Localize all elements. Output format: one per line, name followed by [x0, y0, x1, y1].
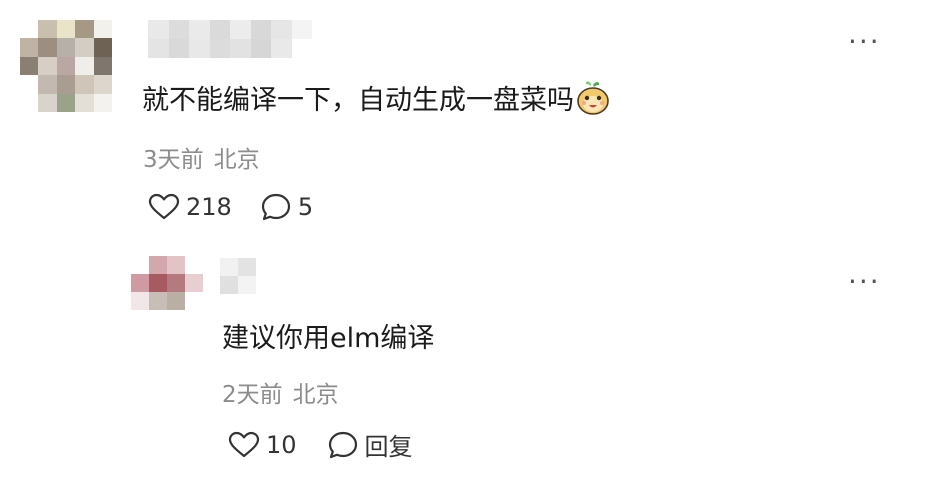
mosaic-tile	[185, 292, 203, 310]
reply-more-options-button[interactable]: ···	[848, 268, 881, 296]
mosaic-tile	[38, 75, 57, 94]
mosaic-tile	[250, 39, 272, 58]
mosaic-tile	[93, 38, 112, 57]
reply-avatar[interactable]	[131, 256, 203, 310]
mosaic-tile	[167, 274, 185, 292]
reply-location: 北京	[292, 382, 339, 408]
mosaic-tile	[128, 39, 149, 58]
mosaic-tile	[38, 38, 57, 57]
mosaic-tile	[271, 39, 292, 58]
comment-bubble-icon[interactable]	[327, 430, 359, 460]
mosaic-tile	[20, 38, 39, 57]
mosaic-tile	[209, 20, 231, 39]
mosaic-tile	[38, 56, 57, 76]
comment-bubble-icon[interactable]	[260, 192, 292, 222]
mosaic-tile	[250, 20, 272, 39]
mosaic-tile	[189, 39, 210, 58]
mosaic-tile	[38, 20, 57, 39]
mosaic-tile	[56, 20, 76, 39]
mosaic-tile	[56, 93, 76, 112]
reply-body: 建议你用elm编译	[222, 316, 434, 355]
mosaic-tile	[220, 258, 238, 276]
mosaic-tile	[167, 292, 185, 310]
mosaic-tile	[131, 292, 149, 310]
mosaic-tile	[168, 20, 190, 39]
reply-meta: 2天前 北京	[222, 375, 339, 409]
mosaic-tile	[93, 20, 112, 39]
mosaic-tile	[149, 292, 167, 310]
reply-button[interactable]: 回复	[365, 427, 413, 462]
mosaic-tile	[230, 20, 251, 39]
mosaic-tile	[93, 75, 112, 94]
avatar[interactable]	[20, 20, 112, 112]
mosaic-tile	[185, 274, 203, 292]
mosaic-tile	[20, 20, 39, 39]
mosaic-tile	[56, 38, 76, 57]
more-options-button[interactable]: ···	[848, 28, 881, 56]
mosaic-tile	[291, 39, 312, 58]
mosaic-tile	[238, 258, 256, 276]
mosaic-tile	[148, 20, 169, 39]
mosaic-tile	[271, 20, 292, 39]
mosaic-tile	[20, 93, 39, 112]
mosaic-tile	[75, 75, 94, 94]
comment-text: 就不能编译一下，自动生成一盘菜吗	[142, 85, 574, 116]
mosaic-tile	[75, 38, 94, 57]
mosaic-tile	[220, 276, 238, 294]
mosaic-tile	[75, 20, 94, 39]
mosaic-tile	[131, 274, 149, 292]
reply-username-blurred[interactable]	[220, 258, 256, 294]
mosaic-tile	[93, 56, 112, 76]
mosaic-tile	[128, 20, 149, 39]
mosaic-tile	[185, 256, 203, 274]
username-blurred[interactable]	[128, 20, 312, 58]
heart-icon[interactable]	[148, 193, 180, 221]
mosaic-tile	[75, 56, 94, 76]
reply-text: 建议你用elm编译	[222, 323, 435, 354]
mosaic-tile	[20, 75, 39, 94]
mosaic-tile	[209, 39, 231, 58]
mosaic-tile	[291, 20, 312, 39]
mosaic-tile	[93, 93, 112, 112]
reply-actions: 10 回复	[228, 427, 413, 462]
comment-location: 北京	[213, 147, 260, 173]
mosaic-tile	[131, 256, 149, 274]
reply-time: 2天前	[222, 382, 283, 408]
comment-meta: 3天前 北京	[143, 140, 260, 174]
mosaic-tile	[149, 274, 167, 292]
heart-icon[interactable]	[228, 431, 260, 459]
like-count: 218	[186, 193, 232, 221]
mosaic-tile	[56, 75, 76, 94]
mosaic-tile	[168, 39, 190, 58]
mosaic-tile	[38, 93, 57, 112]
comment-actions: 218 5	[148, 192, 313, 222]
comment-body: 就不能编译一下，自动生成一盘菜吗	[142, 78, 610, 117]
mosaic-tile	[189, 20, 210, 39]
reply-count: 5	[297, 193, 314, 221]
mosaic-tile	[148, 39, 169, 58]
mosaic-tile	[149, 256, 167, 274]
mosaic-tile	[167, 256, 185, 274]
mosaic-tile	[20, 56, 39, 76]
comment-time: 3天前	[143, 147, 204, 173]
mosaic-tile	[230, 39, 251, 58]
mosaic-tile	[238, 276, 256, 294]
mosaic-tile	[56, 56, 76, 76]
smiling-pet-emoji-icon	[576, 80, 610, 116]
mosaic-tile	[75, 93, 94, 112]
reply-like-count: 10	[266, 430, 297, 459]
